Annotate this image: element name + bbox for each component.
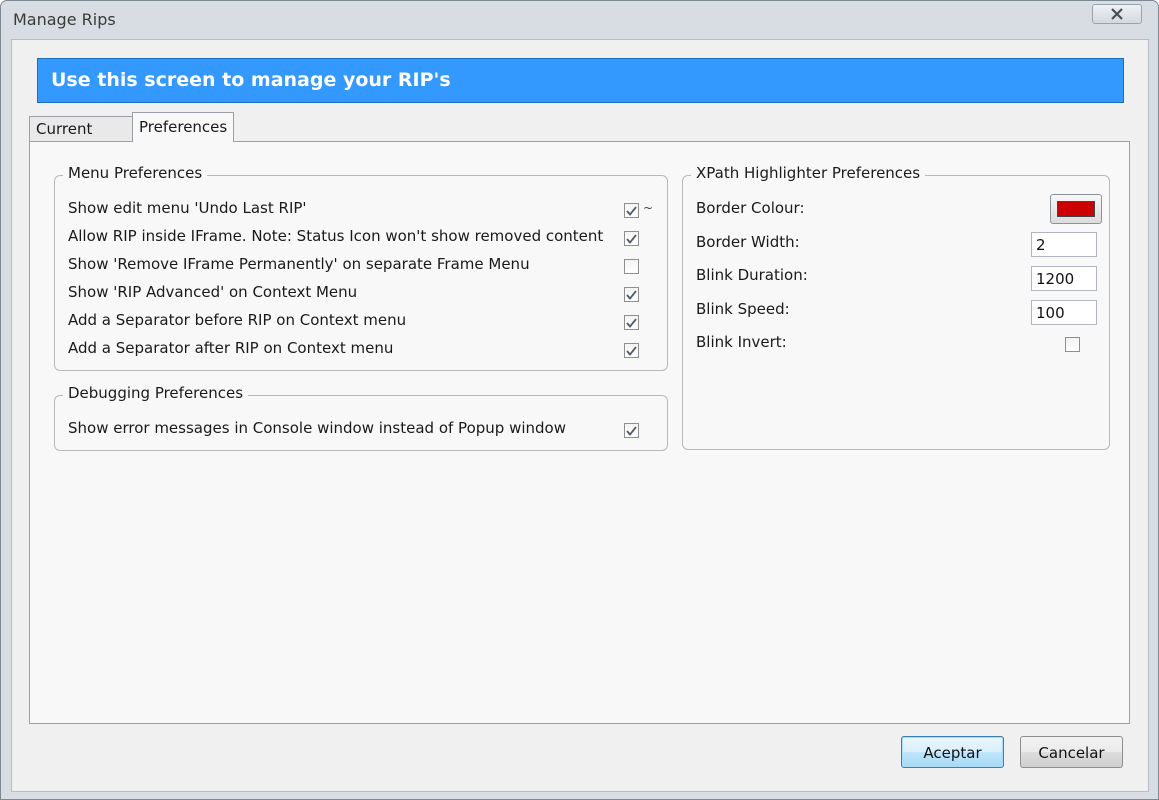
close-icon (1111, 8, 1123, 20)
blink-duration-label: Blink Duration: (696, 266, 808, 284)
menu-preferences-group: Menu Preferences Show edit menu 'Undo La… (54, 164, 668, 371)
blink-speed-input[interactable] (1031, 300, 1097, 325)
blink-duration-input[interactable] (1031, 266, 1097, 291)
checkmark-icon (626, 345, 637, 356)
menu-preferences-legend: Menu Preferences (63, 164, 208, 182)
menu-pref-label-rip-advanced: Show 'RIP Advanced' on Context Menu (68, 283, 358, 301)
dialog-client-area: Use this screen to manage your RIP's Cur… (11, 39, 1149, 792)
menu-pref-label-undo: Show edit menu 'Undo Last RIP' (68, 199, 307, 217)
close-button[interactable] (1092, 4, 1142, 24)
banner-text: Use this screen to manage your RIP's (51, 69, 451, 91)
border-colour-label: Border Colour: (696, 199, 805, 217)
header-banner: Use this screen to manage your RIP's (37, 58, 1124, 103)
checkmark-icon (626, 233, 637, 244)
debugging-preferences-legend: Debugging Preferences (63, 384, 249, 402)
debug-pref-label-console: Show error messages in Console window in… (68, 419, 566, 437)
cancel-button[interactable]: Cancelar (1020, 736, 1123, 768)
tilde-mark: ~ (643, 201, 654, 215)
accept-button[interactable]: Aceptar (901, 736, 1004, 768)
menu-pref-label-iframe: Allow RIP inside IFrame. Note: Status Ic… (68, 227, 604, 245)
menu-pref-checkbox-separator-after[interactable] (624, 343, 639, 358)
manage-rips-window: Manage Rips Use this screen to manage yo… (0, 0, 1159, 800)
xpath-highlighter-legend: XPath Highlighter Preferences (691, 164, 926, 182)
blink-invert-label: Blink Invert: (696, 333, 787, 351)
menu-pref-checkbox-iframe[interactable] (624, 231, 639, 246)
xpath-highlighter-group: XPath Highlighter Preferences Border Col… (682, 164, 1110, 450)
preferences-panel: Menu Preferences Show edit menu 'Undo La… (29, 141, 1130, 724)
menu-pref-checkbox-separator-before[interactable] (624, 315, 639, 330)
border-colour-picker[interactable] (1050, 194, 1102, 224)
menu-pref-label-remove-iframe: Show 'Remove IFrame Permanently' on sepa… (68, 255, 530, 273)
debugging-preferences-group: Debugging Preferences Show error message… (54, 384, 668, 451)
checkmark-icon (626, 317, 637, 328)
border-width-input[interactable] (1031, 232, 1097, 257)
menu-pref-checkbox-rip-advanced[interactable] (624, 287, 639, 302)
tab-preferences[interactable]: Preferences (132, 112, 234, 142)
menu-pref-label-separator-after: Add a Separator after RIP on Context men… (68, 339, 394, 357)
tab-current-rips[interactable]: Current RIPs (29, 116, 133, 163)
menu-pref-checkbox-remove-iframe[interactable] (624, 259, 639, 274)
blink-speed-label: Blink Speed: (696, 300, 790, 318)
window-title: Manage Rips (13, 10, 116, 29)
blink-invert-checkbox[interactable] (1065, 337, 1080, 352)
menu-pref-checkbox-undo[interactable] (624, 203, 639, 218)
border-width-label: Border Width: (696, 233, 800, 251)
checkmark-icon (626, 289, 637, 300)
title-bar[interactable]: Manage Rips (1, 1, 1158, 39)
checkmark-icon (626, 205, 637, 216)
border-colour-swatch (1057, 201, 1095, 217)
debug-pref-checkbox-console[interactable] (624, 423, 639, 438)
menu-pref-label-separator-before: Add a Separator before RIP on Context me… (68, 311, 407, 329)
checkmark-icon (626, 425, 637, 436)
